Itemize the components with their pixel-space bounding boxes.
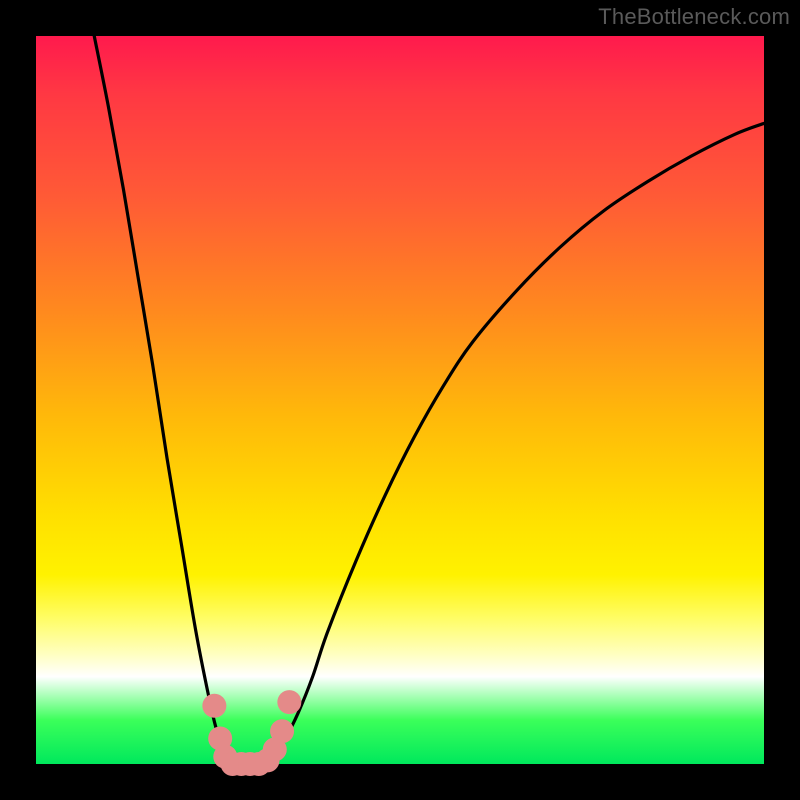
highlight-dot — [202, 694, 226, 718]
chart-frame: TheBottleneck.com — [0, 0, 800, 800]
plot-area — [36, 36, 764, 764]
highlight-dots — [202, 690, 301, 776]
highlight-dot — [270, 719, 294, 743]
highlight-dot — [277, 690, 301, 714]
watermark: TheBottleneck.com — [598, 4, 790, 30]
bottleneck-curve — [94, 36, 764, 764]
curve-layer — [36, 36, 764, 764]
